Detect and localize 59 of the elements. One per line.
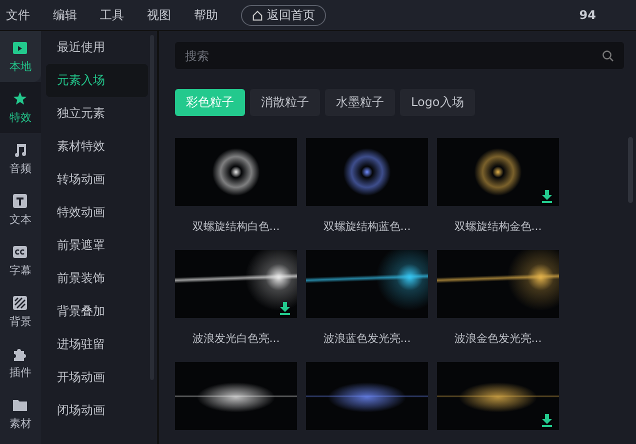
- filter-chip[interactable]: Logo入场: [400, 89, 475, 116]
- category-item[interactable]: 元素入场: [46, 64, 148, 97]
- effect-caption: 波浪发光白色亮...: [191, 330, 281, 346]
- rail-tab[interactable]: 插件: [0, 337, 41, 388]
- download-icon[interactable]: [541, 190, 553, 203]
- rail-tab[interactable]: 音频: [0, 133, 41, 184]
- effect-thumbnail[interactable]: [175, 138, 297, 206]
- effect-caption: 双螺旋结构金色...: [453, 218, 543, 234]
- category-item[interactable]: 特效动画: [46, 196, 145, 229]
- home-button[interactable]: 返回首页: [241, 4, 326, 26]
- scrollbar-thumb[interactable]: [150, 35, 154, 380]
- menu-item[interactable]: 编辑: [53, 6, 77, 24]
- effect-caption: 双螺旋结构蓝色...: [322, 218, 412, 234]
- effect-thumbnail[interactable]: [437, 250, 559, 318]
- category-item[interactable]: 最近使用: [46, 31, 145, 64]
- effect-caption: 波浪金色发光亮...: [453, 330, 543, 346]
- category-item[interactable]: 独立元素: [46, 97, 145, 130]
- effect-thumbnail[interactable]: [306, 250, 428, 318]
- rail-tab[interactable]: 特效: [0, 82, 41, 133]
- home-icon: [252, 10, 263, 20]
- download-icon[interactable]: [541, 414, 553, 427]
- star-icon: [12, 90, 28, 106]
- counter-text: 94: [579, 8, 596, 22]
- effect-caption: 双螺旋结构白色...: [191, 218, 281, 234]
- rail-tab[interactable]: 字幕: [0, 235, 41, 286]
- music-note-icon: [12, 142, 28, 158]
- clapper-icon: [12, 40, 28, 56]
- rail-tab[interactable]: 背景: [0, 286, 41, 337]
- effect-thumbnail[interactable]: [175, 362, 297, 430]
- effect-thumbnail[interactable]: [175, 250, 297, 318]
- text-icon: [12, 192, 28, 208]
- category-item[interactable]: 转场动画: [46, 163, 145, 196]
- scrollbar-thumb[interactable]: [628, 137, 633, 203]
- effect-caption: 波浪蓝色发光亮...: [322, 330, 412, 346]
- search-field[interactable]: 搜索: [175, 42, 624, 69]
- category-item[interactable]: 进场驻留: [46, 328, 145, 361]
- captions-icon: [12, 244, 28, 260]
- rail-tab[interactable]: 文本: [0, 184, 41, 235]
- menu-item[interactable]: 帮助: [194, 6, 218, 24]
- menu-item[interactable]: 视图: [147, 6, 171, 24]
- filter-chip[interactable]: 消散粒子: [250, 89, 320, 116]
- effect-thumbnail[interactable]: [437, 138, 559, 206]
- rail-tab[interactable]: 素材: [0, 388, 41, 439]
- search-icon[interactable]: [602, 50, 614, 62]
- menu-item[interactable]: 工具: [100, 6, 124, 24]
- category-item[interactable]: 背景叠加: [46, 295, 145, 328]
- stripes-icon: [12, 294, 28, 310]
- category-item[interactable]: 闭场动画: [46, 394, 145, 427]
- category-item[interactable]: 素材特效: [46, 130, 145, 163]
- rail-tab[interactable]: 本地: [0, 31, 41, 82]
- category-item[interactable]: 前景遮罩: [46, 229, 145, 262]
- category-item[interactable]: 前景装饰: [46, 262, 145, 295]
- filter-chip[interactable]: 水墨粒子: [325, 89, 395, 116]
- menu-item[interactable]: 文件: [6, 6, 30, 24]
- effect-thumbnail[interactable]: [437, 362, 559, 430]
- category-item[interactable]: 开场动画: [46, 361, 145, 394]
- effect-thumbnail[interactable]: [306, 362, 428, 430]
- effect-thumbnail[interactable]: [306, 138, 428, 206]
- download-icon[interactable]: [279, 302, 291, 315]
